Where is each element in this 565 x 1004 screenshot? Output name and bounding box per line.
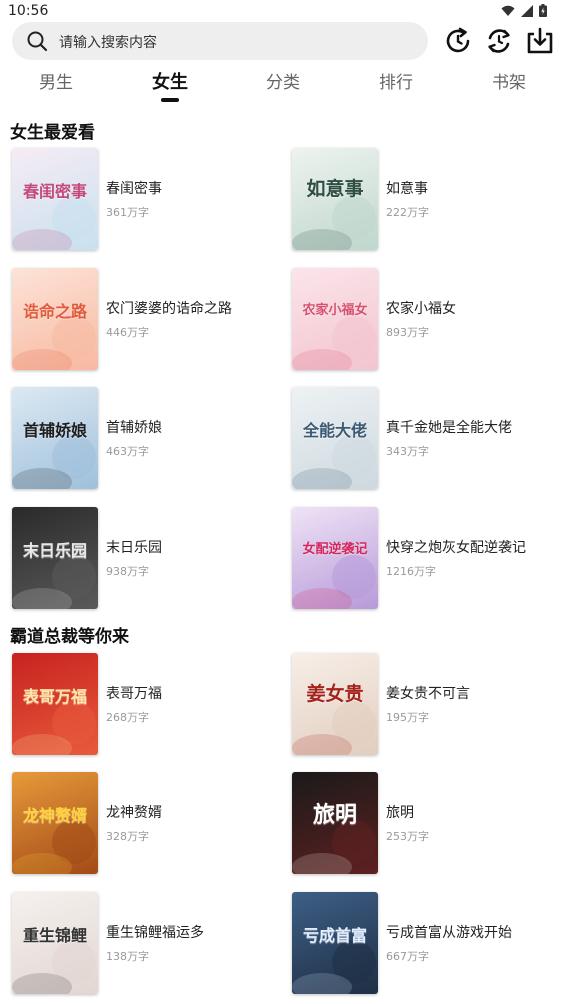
book-card[interactable]: 表哥万福 表哥万福 268万字 bbox=[12, 653, 282, 757]
cover-title-art: 末日乐园 bbox=[22, 541, 87, 560]
book-cover[interactable]: 末日乐园 bbox=[12, 507, 98, 609]
book-card[interactable]: 末日乐园 末日乐园 938万字 bbox=[12, 507, 282, 611]
tab-male[interactable]: 男生 bbox=[16, 68, 96, 104]
cover-illustration bbox=[292, 555, 376, 609]
book-card[interactable]: 龙神赘婿 龙神赘婿 328万字 bbox=[12, 772, 282, 876]
search-input[interactable]: 请输入搜索内容 bbox=[12, 22, 428, 60]
book-card[interactable]: 亏成首富 亏成首富从游戏开始 667万字 bbox=[292, 892, 562, 996]
book-word-count: 253万字 bbox=[386, 830, 429, 843]
cover-title-art: 如意事 bbox=[306, 178, 364, 200]
book-word-count: 667万字 bbox=[386, 950, 429, 963]
book-title: 亏成首富从游戏开始 bbox=[386, 925, 512, 941]
section-title: 霸道总裁等你来 bbox=[10, 627, 129, 647]
battery-icon bbox=[539, 4, 547, 17]
book-cover[interactable]: 表哥万福 bbox=[12, 653, 98, 755]
book-word-count: 1216万字 bbox=[386, 565, 436, 578]
book-title: 春闺密事 bbox=[106, 181, 162, 197]
search-icon bbox=[27, 31, 48, 52]
tab-label: 书架 bbox=[492, 73, 526, 93]
wifi-icon bbox=[501, 5, 515, 16]
book-word-count: 328万字 bbox=[106, 830, 149, 843]
tab-bookshelf[interactable]: 书架 bbox=[469, 68, 549, 104]
book-card[interactable]: 全能大佬 真千金她是全能大佬 343万字 bbox=[292, 387, 562, 491]
book-cover[interactable]: 旅明 bbox=[292, 772, 378, 874]
book-title: 表哥万福 bbox=[106, 686, 162, 702]
book-card[interactable]: 农家小福女 农家小福女 893万字 bbox=[292, 268, 562, 372]
cover-illustration bbox=[292, 316, 376, 370]
book-word-count: 938万字 bbox=[106, 565, 149, 578]
book-title: 旅明 bbox=[386, 805, 414, 821]
category-tabs: 男生 女生 分类 排行 书架 bbox=[0, 68, 565, 108]
status-bar: 10:56 bbox=[0, 0, 565, 24]
book-cover[interactable]: 如意事 bbox=[292, 148, 378, 250]
tab-ranking[interactable]: 排行 bbox=[356, 68, 436, 104]
book-title: 真千金她是全能大佬 bbox=[386, 420, 512, 436]
section-title: 女生最爱看 bbox=[10, 123, 95, 143]
book-cover[interactable]: 重生锦鲤 bbox=[12, 892, 98, 994]
cover-title-art: 龙神赘婿 bbox=[22, 806, 87, 825]
search-placeholder: 请输入搜索内容 bbox=[59, 35, 157, 51]
book-cover[interactable]: 亏成首富 bbox=[292, 892, 378, 994]
book-word-count: 463万字 bbox=[106, 445, 149, 458]
cover-title-art: 农家小福女 bbox=[302, 303, 368, 318]
book-cover[interactable]: 首辅娇娘 bbox=[12, 387, 98, 489]
sync-icon[interactable] bbox=[484, 26, 514, 56]
book-cover[interactable]: 全能大佬 bbox=[292, 387, 378, 489]
book-cover[interactable]: 姜女贵 bbox=[292, 653, 378, 755]
book-title: 重生锦鲤福运多 bbox=[106, 925, 204, 941]
tab-category[interactable]: 分类 bbox=[243, 68, 323, 104]
book-cover[interactable]: 春闺密事 bbox=[12, 148, 98, 250]
book-cover[interactable]: 农家小福女 bbox=[292, 268, 378, 370]
tab-female[interactable]: 女生 bbox=[130, 68, 210, 104]
cover-title-art: 诰命之路 bbox=[22, 302, 87, 321]
book-card[interactable]: 诰命之路 农门婆婆的诰命之路 446万字 bbox=[12, 268, 282, 372]
cover-title-art: 重生锦鲤 bbox=[22, 926, 87, 945]
book-title: 快穿之炮灰女配逆袭记 bbox=[386, 540, 526, 556]
book-card[interactable]: 春闺密事 春闺密事 361万字 bbox=[12, 148, 282, 252]
book-title: 首辅娇娘 bbox=[106, 420, 162, 436]
book-word-count: 446万字 bbox=[106, 326, 149, 339]
book-cover[interactable]: 龙神赘婿 bbox=[12, 772, 98, 874]
status-time: 10:56 bbox=[8, 3, 49, 19]
book-card[interactable]: 如意事 如意事 222万字 bbox=[292, 148, 562, 252]
book-title: 如意事 bbox=[386, 181, 428, 197]
book-card[interactable]: 女配逆袭记 快穿之炮灰女配逆袭记 1216万字 bbox=[292, 507, 562, 611]
book-cover[interactable]: 女配逆袭记 bbox=[292, 507, 378, 609]
book-card[interactable]: 姜女贵 姜女贵不可言 195万字 bbox=[292, 653, 562, 757]
book-title: 龙神赘婿 bbox=[106, 805, 162, 821]
book-word-count: 195万字 bbox=[386, 711, 429, 724]
search-row: 请输入搜索内容 bbox=[0, 22, 565, 62]
book-title: 农家小福女 bbox=[386, 301, 456, 317]
download-icon[interactable] bbox=[525, 26, 555, 56]
book-title: 农门婆婆的诰命之路 bbox=[106, 301, 232, 317]
book-title: 姜女贵不可言 bbox=[386, 686, 470, 702]
tab-label: 排行 bbox=[379, 73, 413, 93]
tab-label: 男生 bbox=[39, 73, 73, 93]
cover-title-art: 女配逆袭记 bbox=[302, 542, 368, 557]
book-word-count: 138万字 bbox=[106, 950, 149, 963]
cover-title-art: 全能大佬 bbox=[302, 421, 367, 440]
book-word-count: 893万字 bbox=[386, 326, 429, 339]
tab-label: 女生 bbox=[152, 72, 188, 93]
cover-title-art: 旅明 bbox=[312, 802, 357, 828]
cover-title-art: 姜女贵 bbox=[306, 683, 364, 705]
book-card[interactable]: 旅明 旅明 253万字 bbox=[292, 772, 562, 876]
status-icons bbox=[501, 4, 547, 17]
tab-label: 分类 bbox=[266, 73, 300, 93]
book-card[interactable]: 首辅娇娘 首辅娇娘 463万字 bbox=[12, 387, 282, 491]
active-tab-indicator bbox=[161, 98, 179, 102]
book-word-count: 222万字 bbox=[386, 206, 429, 219]
cover-title-art: 首辅娇娘 bbox=[22, 421, 87, 440]
book-cover[interactable]: 诰命之路 bbox=[12, 268, 98, 370]
book-title: 末日乐园 bbox=[106, 540, 162, 556]
cover-title-art: 春闺密事 bbox=[22, 182, 87, 201]
cover-title-art: 表哥万福 bbox=[22, 687, 87, 706]
signal-icon bbox=[521, 4, 533, 17]
book-card[interactable]: 重生锦鲤 重生锦鲤福运多 138万字 bbox=[12, 892, 282, 996]
book-word-count: 268万字 bbox=[106, 711, 149, 724]
history-icon[interactable] bbox=[443, 26, 473, 56]
book-word-count: 343万字 bbox=[386, 445, 429, 458]
cover-title-art: 亏成首富 bbox=[302, 926, 367, 945]
book-word-count: 361万字 bbox=[106, 206, 149, 219]
